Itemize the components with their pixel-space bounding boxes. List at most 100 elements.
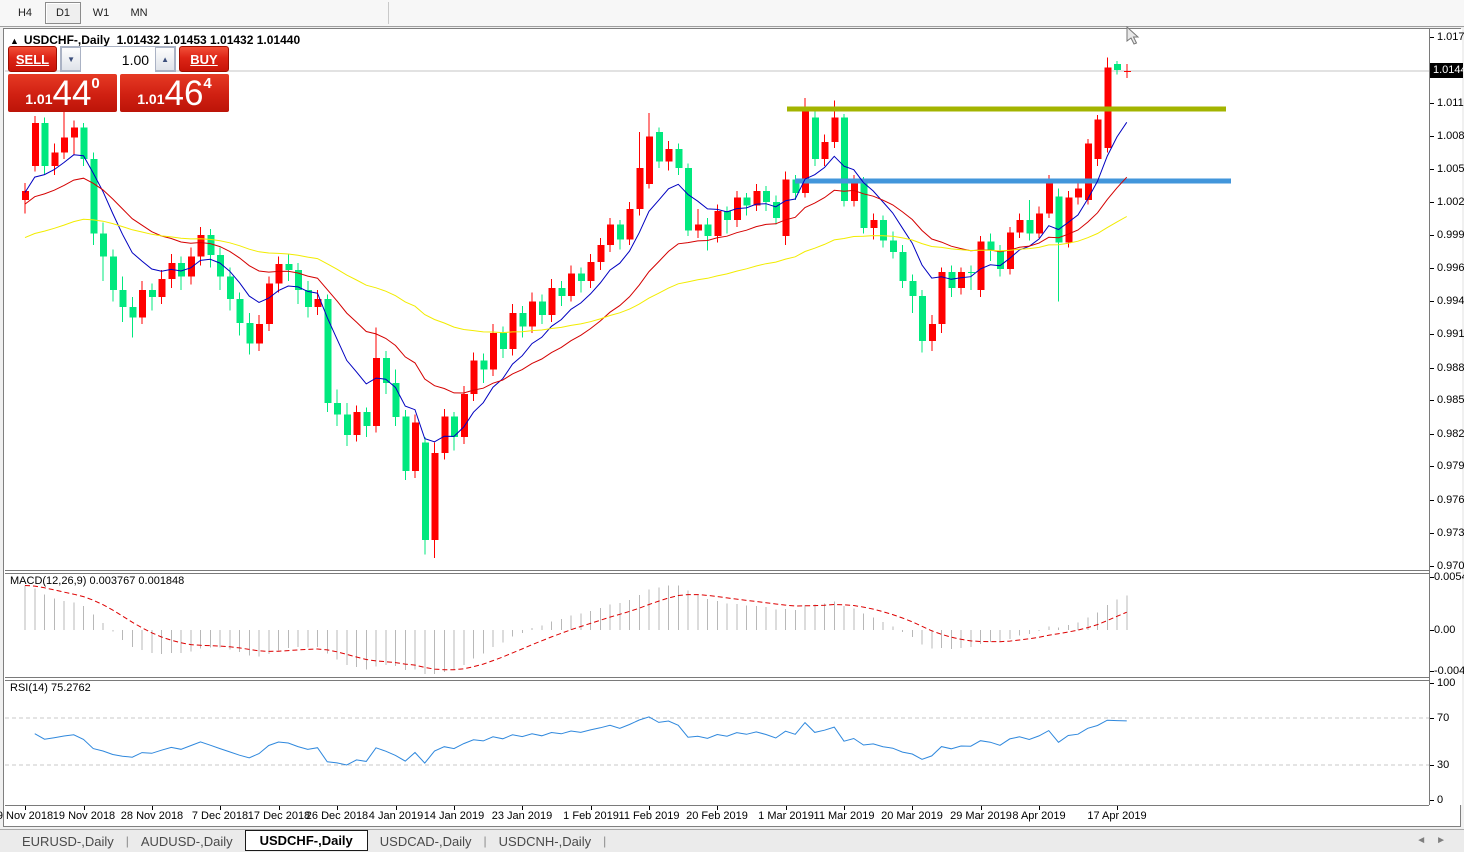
chart-title: ▲ USDCHF-,Daily 1.01432 1.01453 1.01432 1… xyxy=(10,33,300,47)
one-click-trade-panel: SELL ▼ ▲ BUY 1.01440 1.01464 xyxy=(8,46,229,112)
axis-tick xyxy=(1430,434,1434,435)
price-axis-label: 1.01740 xyxy=(1437,31,1464,43)
axis-tick xyxy=(1430,136,1434,137)
price-axis-label: 0.98525 xyxy=(1437,394,1464,406)
rsi-axis-label: 100 xyxy=(1437,677,1455,689)
collapse-icon[interactable]: ▲ xyxy=(10,36,19,46)
buy-button-label: BUY xyxy=(190,52,217,67)
date-axis[interactable]: 9 Nov 201819 Nov 201828 Nov 20187 Dec 20… xyxy=(5,805,1429,826)
ohlc-readout: 1.01432 1.01453 1.01432 1.01440 xyxy=(117,33,301,47)
rsi-axis-label: 0 xyxy=(1437,794,1443,806)
rsi-axis-label: 30 xyxy=(1437,759,1449,771)
price-axis-label: 1.01155 xyxy=(1437,97,1464,109)
axis-tick xyxy=(1430,765,1434,766)
sell-button[interactable]: SELL xyxy=(8,46,57,72)
price-axis[interactable]: 1.01740 1.01155 1.00865 1.00570 1.00280 0.999… xyxy=(1429,29,1462,805)
buy-price-display[interactable]: 1.01464 xyxy=(120,74,229,112)
axis-tick xyxy=(1430,268,1434,269)
price-axis-label: 0.98230 xyxy=(1437,428,1464,440)
chart-tab-audusd[interactable]: AUDUSD-,Daily xyxy=(129,832,245,851)
chart-tab-usdcad[interactable]: USDCAD-,Daily xyxy=(368,832,484,851)
axis-tick xyxy=(1430,301,1434,302)
axis-tick xyxy=(1430,400,1434,401)
period-button-h4[interactable]: H4 xyxy=(7,2,43,24)
support-line[interactable] xyxy=(795,179,1231,184)
buy-button[interactable]: BUY xyxy=(179,46,229,72)
macd-signal-line xyxy=(25,586,1127,670)
panel-separator[interactable] xyxy=(5,570,1461,571)
rsi-indicator-label: RSI(14) 75.2762 xyxy=(10,682,91,694)
volume-decrease-button[interactable]: ▼ xyxy=(61,47,81,71)
price-axis-label: 0.97940 xyxy=(1437,460,1464,472)
volume-stepper: ▼ ▲ xyxy=(60,46,176,72)
tab-scroll-right-icon[interactable]: ► xyxy=(1436,835,1456,846)
date-axis-label: 17 Apr 2019 xyxy=(1067,810,1167,822)
toolbar-separator xyxy=(388,2,389,24)
period-button-mn[interactable]: MN xyxy=(121,2,157,24)
sell-price-prefix: 1.01 xyxy=(25,91,52,107)
tab-scroll-left-icon[interactable]: ◄ xyxy=(1416,835,1436,846)
axis-tick xyxy=(1430,368,1434,369)
chart-tab-eurusd[interactable]: EURUSD-,Daily xyxy=(10,832,126,851)
chart-canvas[interactable] xyxy=(5,29,1429,805)
buy-price-prefix: 1.01 xyxy=(137,91,164,107)
axis-tick xyxy=(1430,500,1434,501)
candles xyxy=(22,57,1131,558)
macd-histogram xyxy=(25,586,1127,675)
period-button-d1[interactable]: D1 xyxy=(45,2,81,24)
rsi-axis-label: 70 xyxy=(1437,712,1449,724)
price-axis-label: 0.99695 xyxy=(1437,262,1464,274)
price-axis-label: 1.00865 xyxy=(1437,130,1464,142)
price-axis-label: 0.99110 xyxy=(1437,328,1464,340)
sell-button-label: SELL xyxy=(16,52,49,67)
chevron-down-icon: ▼ xyxy=(67,55,75,64)
axis-tick xyxy=(1430,202,1434,203)
macd-indicator-label: MACD(12,26,9) 0.003767 0.001848 xyxy=(10,575,184,587)
axis-tick xyxy=(1430,718,1434,719)
rsi-line xyxy=(35,717,1127,765)
axis-tick xyxy=(1430,103,1434,104)
axis-tick xyxy=(1430,683,1434,684)
sell-price-fraction: 0 xyxy=(91,75,99,92)
panel-separator[interactable] xyxy=(5,677,1461,678)
sell-price-display[interactable]: 1.01440 xyxy=(8,74,117,112)
trading-terminal: { "toolbar": {"periods": ["H4", "D1", "W… xyxy=(0,0,1464,852)
panel-separator xyxy=(5,573,1461,574)
resistance-line[interactable] xyxy=(787,106,1226,111)
mouse-cursor-icon xyxy=(1126,26,1142,46)
price-axis-label: 0.98815 xyxy=(1437,362,1464,374)
macd-axis-label: 0.00 xyxy=(1434,624,1455,636)
symbol-title: USDCHF-,Daily xyxy=(24,33,110,47)
timeframe-toolbar: H4D1W1MN xyxy=(0,0,1464,27)
chevron-up-icon: ▲ xyxy=(161,55,169,64)
axis-tick xyxy=(1430,466,1434,467)
tab-scroll-nav: ◄► xyxy=(1416,835,1456,846)
buy-price-fraction: 4 xyxy=(203,75,211,92)
price-axis-label: 1.00570 xyxy=(1437,163,1464,175)
macd-axis-label: -0.004217 xyxy=(1434,665,1464,677)
macd-axis-label: 0.005429 xyxy=(1434,571,1464,583)
sell-price-pips: 44 xyxy=(52,77,91,110)
chart-tab-usdcnh[interactable]: USDCNH-,Daily xyxy=(487,832,603,851)
period-button-w1[interactable]: W1 xyxy=(83,2,119,24)
price-axis-label: 0.97355 xyxy=(1437,527,1464,539)
tab-separator: | xyxy=(603,834,606,848)
axis-tick xyxy=(1430,169,1434,170)
axis-tick xyxy=(1430,800,1434,801)
axis-tick xyxy=(1430,334,1434,335)
axis-tick xyxy=(1430,235,1434,236)
buy-price-pips: 46 xyxy=(164,77,203,110)
price-axis-label: 0.99985 xyxy=(1437,229,1464,241)
price-axis-label: 0.99400 xyxy=(1437,295,1464,307)
chart-tab-bar: EURUSD-,Daily | AUDUSD-,DailyUSDCHF-,Daily… xyxy=(0,829,1464,852)
axis-tick xyxy=(1430,37,1434,38)
volume-input[interactable] xyxy=(81,47,155,73)
panel-separator xyxy=(5,680,1461,681)
axis-tick xyxy=(1430,566,1434,567)
price-axis-label: 1.00280 xyxy=(1437,196,1464,208)
chart-tab-usdchf[interactable]: USDCHF-,Daily xyxy=(245,830,368,851)
axis-tick xyxy=(1430,533,1434,534)
volume-increase-button[interactable]: ▲ xyxy=(155,47,175,71)
price-axis-label: 0.97645 xyxy=(1437,494,1464,506)
current-price-tag: 1.01440 xyxy=(1430,63,1463,78)
